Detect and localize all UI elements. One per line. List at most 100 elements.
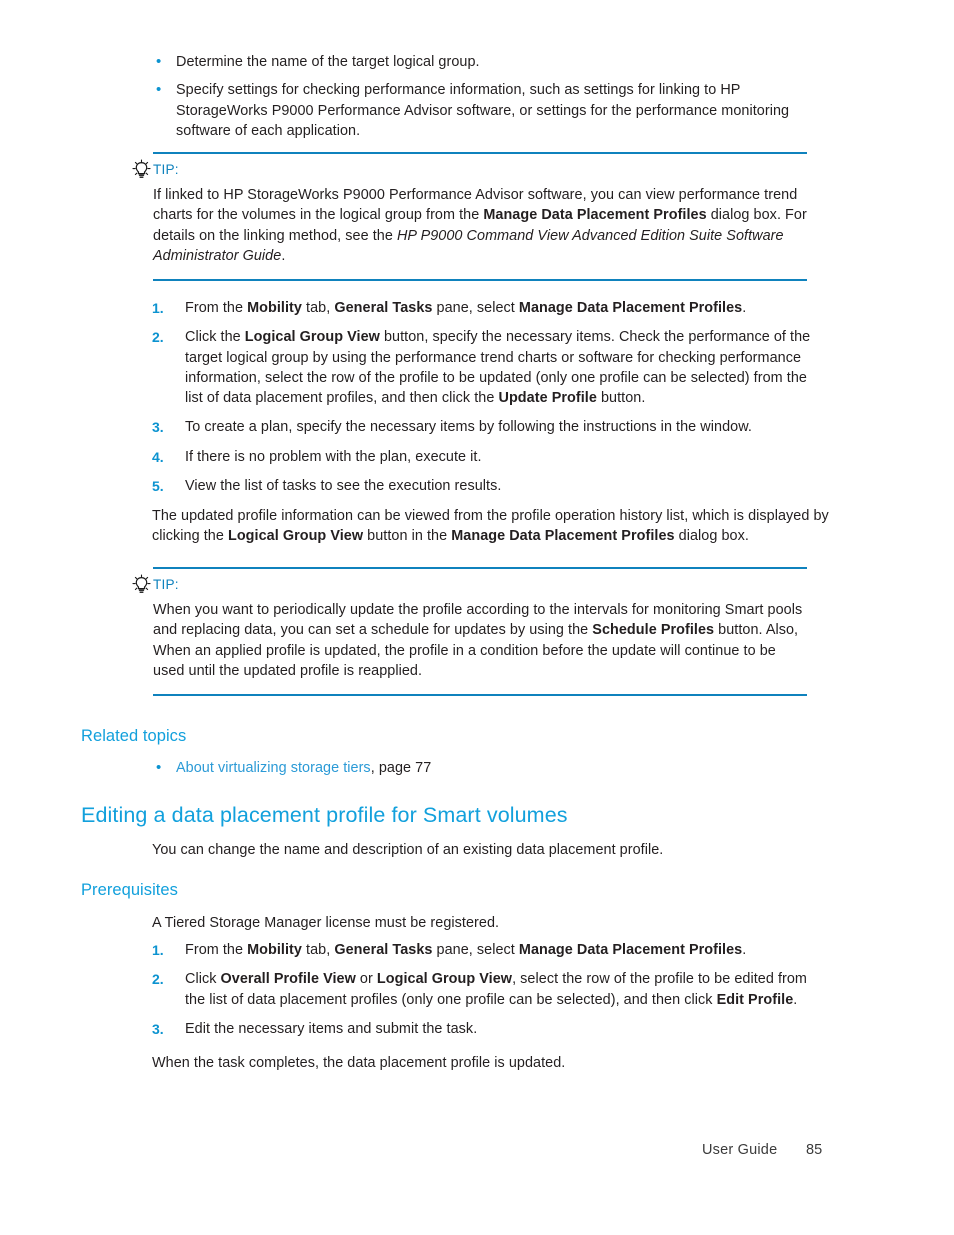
step-number: 3. [152, 419, 164, 436]
related-topics-list: • About virtualizing storage tiers, page … [152, 758, 828, 786]
bold-run: General Tasks [334, 300, 433, 316]
bold-run: General Tasks [334, 942, 433, 958]
bullet-marker: • [156, 53, 162, 70]
bold-run: Overall Profile View [220, 971, 356, 988]
numbered-list-item: 3. To create a plan, specify the necessar… [152, 417, 828, 437]
cross-reference-page: , page 77 [370, 760, 432, 776]
text-run: dialog box. [674, 528, 749, 545]
list-item-text: Determine the name of the target logical… [176, 52, 828, 72]
prerequisites-text: A Tiered Storage Manager license must be… [152, 915, 500, 931]
step-number: 1. [152, 942, 164, 958]
text-run: View the list of tasks to see the execut… [185, 478, 502, 495]
bold-run: Mobility [247, 300, 302, 316]
section-intro-paragraph: You can change the name and description … [152, 842, 664, 858]
list-item-text: About virtualizing storage tiers, page 7… [176, 758, 828, 778]
step-text: View the list of tasks to see the execut… [185, 476, 828, 496]
text-run: pane, select [432, 942, 519, 958]
cross-reference-link[interactable]: About virtualizing storage tiers [176, 760, 371, 776]
bold-run: Logical Group View [227, 528, 364, 545]
footer-guide-label: User Guide [702, 1142, 778, 1158]
step-text: If there is no problem with the plan, ex… [185, 447, 828, 467]
numbered-list-item: 2. Click the Logical Group View button, s… [152, 327, 828, 408]
step-number: 4. [152, 448, 164, 465]
text-run: tab, [301, 942, 335, 958]
text-run: Click [185, 971, 221, 988]
numbered-list-item: 2. Click Overall Profile View or Logical … [152, 969, 828, 1010]
updated-profile-paragraph: The updated profile information can be v… [152, 506, 830, 547]
procedure-steps-1: 1. From the Mobility tab, General Tasks p… [152, 298, 828, 505]
intro-bullet-list: • Determine the name of the target logica… [152, 52, 828, 149]
text-run: tab, [301, 300, 335, 316]
step-number: 2. [152, 329, 164, 346]
text-run: . [281, 247, 286, 264]
text-run: If there is no problem with the plan, ex… [185, 448, 482, 465]
tip-box-1: TIP: If linked to HP StorageWorks P9000 … [130, 152, 828, 282]
tip-bottom-rule [153, 279, 807, 282]
list-item: • Determine the name of the target logica… [152, 52, 828, 72]
text-run: or [355, 971, 377, 988]
text-run: . [742, 942, 747, 958]
text-run: To create a plan, specify the necessary … [185, 419, 752, 436]
step-text: From the Mobility tab, General Tasks pan… [185, 940, 828, 960]
step-number: 1. [152, 300, 164, 316]
bold-run: Logical Group View [376, 971, 513, 988]
text-run: Determine the name of the target logical… [176, 54, 480, 70]
tip-box-2: TIP: When you want to periodically updat… [130, 567, 828, 697]
step-text: Click the Logical Group View button, spe… [185, 327, 828, 408]
numbered-list-item: 4. If there is no problem with the plan, … [152, 447, 828, 467]
footer-page-number: 85 [806, 1142, 823, 1158]
step-text: To create a plan, specify the necessary … [185, 417, 828, 437]
text-run: pane, select [432, 300, 519, 316]
tip-header: TIP: [130, 159, 828, 179]
step-number: 5. [152, 478, 164, 495]
list-item: • About virtualizing storage tiers, page … [152, 758, 828, 778]
tip-header: TIP: [130, 574, 828, 594]
text-run: button in the [363, 528, 452, 545]
section-heading: Editing a data placement profile for Sma… [81, 803, 568, 827]
page-footer: User Guide 85 [0, 1142, 954, 1166]
prerequisites-heading: Prerequisites [81, 881, 178, 899]
tip-label: TIP: [153, 161, 179, 177]
tip-bottom-rule [153, 694, 807, 697]
step-number: 2. [152, 971, 164, 988]
bold-run: Logical Group View [244, 329, 380, 346]
text-run: Edit the necessary items and submit the … [185, 1020, 478, 1037]
numbered-list-item: 5. View the list of tasks to see the exec… [152, 476, 828, 496]
tip-body-text: When you want to periodically update the… [153, 600, 808, 681]
bold-run: Manage Data Placement Profiles [483, 207, 707, 224]
text-run: Click the [185, 329, 245, 346]
tip-top-rule [153, 567, 807, 569]
text-run: From the [185, 300, 248, 316]
document-page: • Determine the name of the target logica… [0, 0, 954, 1235]
tip-body-text: If linked to HP StorageWorks P9000 Perfo… [153, 185, 808, 266]
step-text: Edit the necessary items and submit the … [185, 1019, 828, 1039]
numbered-list-item: 3. Edit the necessary items and submit th… [152, 1019, 828, 1039]
procedure-steps-2: 1. From the Mobility tab, General Tasks p… [152, 940, 828, 1048]
step-number: 3. [152, 1020, 164, 1037]
text-run: Specify settings for checking performanc… [176, 82, 790, 139]
text-run: . [793, 991, 798, 1008]
bold-run: Mobility [247, 942, 302, 958]
list-item: • Specify settings for checking performan… [152, 80, 828, 141]
step-text: From the Mobility tab, General Tasks pan… [185, 298, 828, 318]
related-topics-heading: Related topics [81, 727, 187, 745]
numbered-list-item: 1. From the Mobility tab, General Tasks p… [152, 298, 828, 318]
bold-run: Edit Profile [716, 991, 794, 1008]
bullet-marker: • [156, 759, 162, 776]
bold-run: Update Profile [498, 390, 597, 407]
bold-run: Manage Data Placement Profiles [518, 300, 743, 316]
step-text: Click Overall Profile View or Logical Gr… [185, 969, 828, 1010]
closing-paragraph: When the task completes, the data placem… [152, 1055, 566, 1071]
text-run: . [742, 300, 747, 316]
text-run: button. [596, 390, 646, 407]
numbered-list-item: 1. From the Mobility tab, General Tasks p… [152, 940, 828, 960]
tip-label: TIP: [153, 576, 179, 592]
bold-run: Manage Data Placement Profiles [451, 528, 675, 545]
lightbulb-icon [130, 159, 153, 179]
text-run: From the [185, 942, 248, 958]
tip-top-rule [153, 152, 807, 154]
bold-run: Schedule Profiles [592, 622, 715, 639]
lightbulb-icon [130, 574, 153, 594]
list-item-text: Specify settings for checking performanc… [176, 80, 828, 141]
bullet-marker: • [156, 81, 162, 99]
